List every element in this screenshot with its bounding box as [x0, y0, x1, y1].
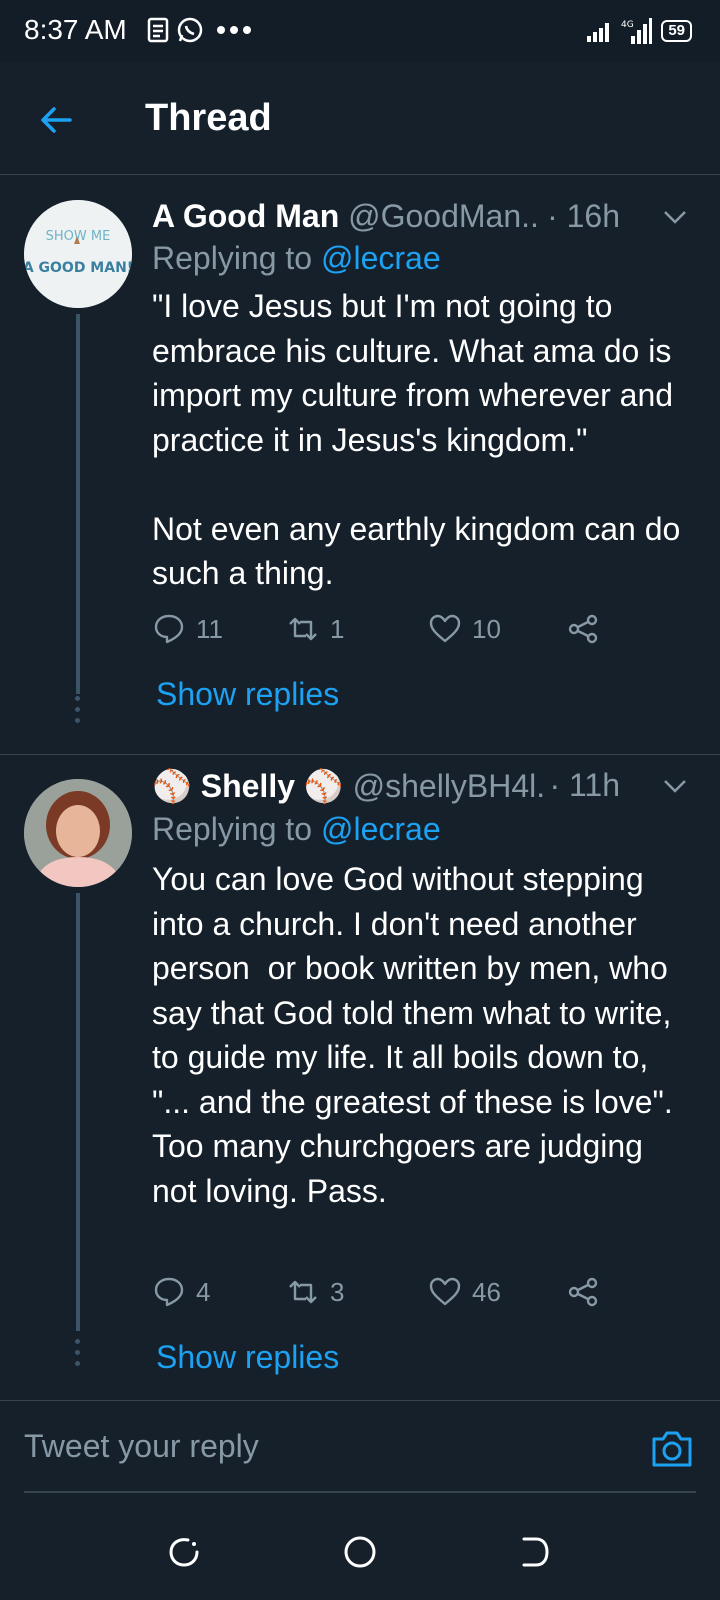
signal-icon-2: 4G: [621, 18, 653, 44]
back-nav-icon[interactable]: [516, 1534, 552, 1570]
svg-text:4G: 4G: [621, 20, 634, 30]
tweet-actions: 11 1 10: [152, 612, 622, 652]
reply-count: 4: [196, 1276, 211, 1307]
show-replies-link[interactable]: Show replies: [156, 676, 339, 713]
retweet-icon: [289, 1280, 317, 1304]
app-header: Thread: [0, 62, 720, 175]
avatar-bottom-text: A GOOD MAN!: [24, 260, 132, 276]
mention-link[interactable]: @lecrae: [321, 240, 441, 276]
thread-line: [76, 893, 80, 1331]
camera-icon[interactable]: [650, 1429, 694, 1469]
tweet-time: · 11h: [543, 767, 620, 804]
status-time: 8:37 AM: [24, 14, 127, 45]
like-count: 46: [472, 1276, 501, 1307]
recent-apps-icon[interactable]: [166, 1534, 202, 1570]
retweet-button[interactable]: 3: [286, 1275, 344, 1309]
tweet-card[interactable]: ⚾ Shelly ⚾ @shellyBH4l... · 11h Replying…: [0, 755, 720, 1400]
share-button[interactable]: [566, 1275, 600, 1309]
display-name[interactable]: Shelly: [201, 768, 295, 804]
heart-icon: [429, 614, 461, 643]
tweet-time: · 16h: [541, 198, 620, 235]
thread-dots: [75, 696, 81, 729]
retweet-count: 3: [330, 1276, 345, 1307]
back-arrow-icon[interactable]: [36, 100, 76, 140]
share-button[interactable]: [566, 612, 600, 646]
like-button[interactable]: 10: [428, 612, 501, 646]
replying-to: Replying to @lecrae: [152, 811, 441, 848]
tweet-text: You can love God without stepping into a…: [152, 861, 682, 1209]
reply-button[interactable]: 4: [152, 1275, 210, 1309]
tweet-actions: 4 3 46: [152, 1275, 622, 1315]
tweet-header: A Good Man @GoodMan... · 16h: [152, 198, 690, 238]
like-button[interactable]: 46: [428, 1275, 501, 1309]
reply-composer: [0, 1400, 720, 1499]
chevron-down-icon[interactable]: [660, 202, 690, 232]
retweet-button[interactable]: 1: [286, 612, 344, 646]
chevron-down-icon[interactable]: [660, 771, 690, 801]
system-nav-bar: [0, 1500, 720, 1600]
signal-icon: [587, 23, 610, 42]
baseball-emoji-icon: ⚾: [152, 768, 192, 804]
tweet-card[interactable]: SHOW ME A GOOD MAN! A Good Man @GoodMan.…: [0, 176, 720, 755]
page-title: Thread: [145, 97, 272, 139]
user-handle[interactable]: @shellyBH4l...: [353, 768, 563, 804]
home-icon[interactable]: [342, 1534, 378, 1570]
user-handle[interactable]: @GoodMan...: [348, 198, 548, 234]
more-notifications-icon: [216, 16, 252, 44]
mention-link[interactable]: @lecrae: [321, 811, 441, 847]
retweet-icon: [289, 617, 317, 641]
battery-indicator: 59: [661, 20, 692, 42]
reply-input[interactable]: [24, 1401, 696, 1493]
whatsapp-icon: [176, 16, 204, 44]
retweet-count: 1: [330, 613, 345, 644]
display-name[interactable]: A Good Man: [152, 198, 339, 234]
like-count: 10: [472, 613, 501, 644]
comment-icon: [154, 614, 184, 644]
avatar[interactable]: [24, 779, 132, 887]
tweet-text: "I love Jesus but I'm not going to embra…: [152, 288, 681, 591]
share-icon: [568, 1277, 598, 1307]
thread-dots: [75, 1339, 81, 1372]
thread-line: [76, 314, 80, 694]
avatar-photo: [24, 779, 132, 887]
heart-icon: [429, 1277, 461, 1306]
tweet-header: ⚾ Shelly ⚾ @shellyBH4l... · 11h: [152, 767, 690, 807]
baseball-emoji-icon: ⚾: [303, 768, 344, 804]
replying-to: Replying to @lecrae: [152, 240, 441, 277]
show-replies-link[interactable]: Show replies: [156, 1339, 339, 1376]
share-icon: [568, 614, 598, 644]
status-right: 4G 59: [587, 18, 692, 44]
reply-button[interactable]: 11: [152, 612, 223, 646]
replying-to-label: Replying to: [152, 811, 321, 847]
avatar-badge-image: SHOW ME A GOOD MAN!: [24, 200, 132, 308]
avatar[interactable]: SHOW ME A GOOD MAN!: [24, 200, 132, 308]
news-icon: [146, 16, 172, 44]
status-bar: 8:37 AM 4G 59: [0, 0, 720, 62]
comment-icon: [154, 1277, 184, 1307]
reply-count: 11: [196, 613, 223, 644]
replying-to-label: Replying to: [152, 240, 321, 276]
